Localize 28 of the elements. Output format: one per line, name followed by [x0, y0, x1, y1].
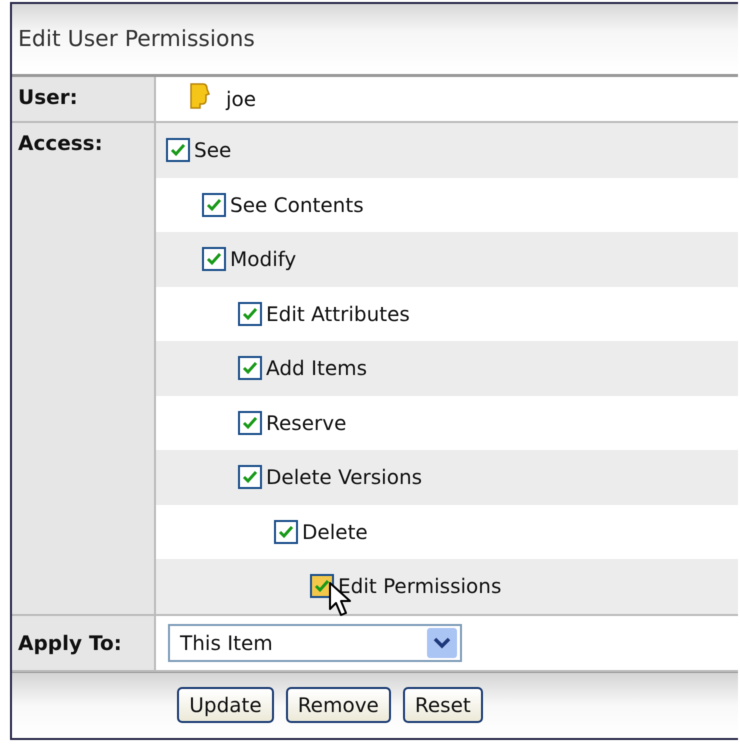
panel-title: Edit User Permissions	[18, 26, 255, 52]
form-button[interactable]: Reset	[402, 687, 483, 724]
checkmark-icon	[170, 143, 186, 158]
permission-checkbox[interactable]: Modify	[202, 247, 296, 272]
permission-checkbox[interactable]: Reserve	[238, 410, 346, 435]
checkmark-icon	[242, 306, 258, 321]
checkmark-icon	[242, 361, 258, 376]
checkmark-icon	[206, 252, 222, 266]
permission-checkbox[interactable]: See Contents	[202, 192, 364, 217]
form-button[interactable]: Update	[177, 687, 274, 724]
apply-to-dropdown[interactable]: This Item	[168, 624, 462, 662]
checkmark-icon	[314, 579, 330, 594]
checkmark-icon	[278, 524, 294, 539]
checkmark-icon	[242, 470, 258, 484]
checkmark-icon	[242, 416, 258, 430]
field-label: User:	[18, 85, 78, 109]
permission-checkbox[interactable]: Edit Attributes	[238, 302, 410, 326]
checkmark-icon	[206, 198, 222, 212]
user-name: joe	[226, 87, 256, 111]
caret-icon	[427, 628, 457, 658]
field-label: Access:	[18, 131, 103, 155]
form-button[interactable]: Remove	[286, 687, 391, 724]
user-icon	[188, 82, 210, 110]
permission-checkbox[interactable]: Delete Versions	[238, 465, 422, 490]
permission-checkbox[interactable]: Add Items	[238, 356, 368, 380]
field-label: Apply To:	[18, 630, 122, 654]
permission-checkbox[interactable]: See	[166, 138, 232, 162]
permission-checkbox[interactable]: Delete	[274, 520, 368, 544]
